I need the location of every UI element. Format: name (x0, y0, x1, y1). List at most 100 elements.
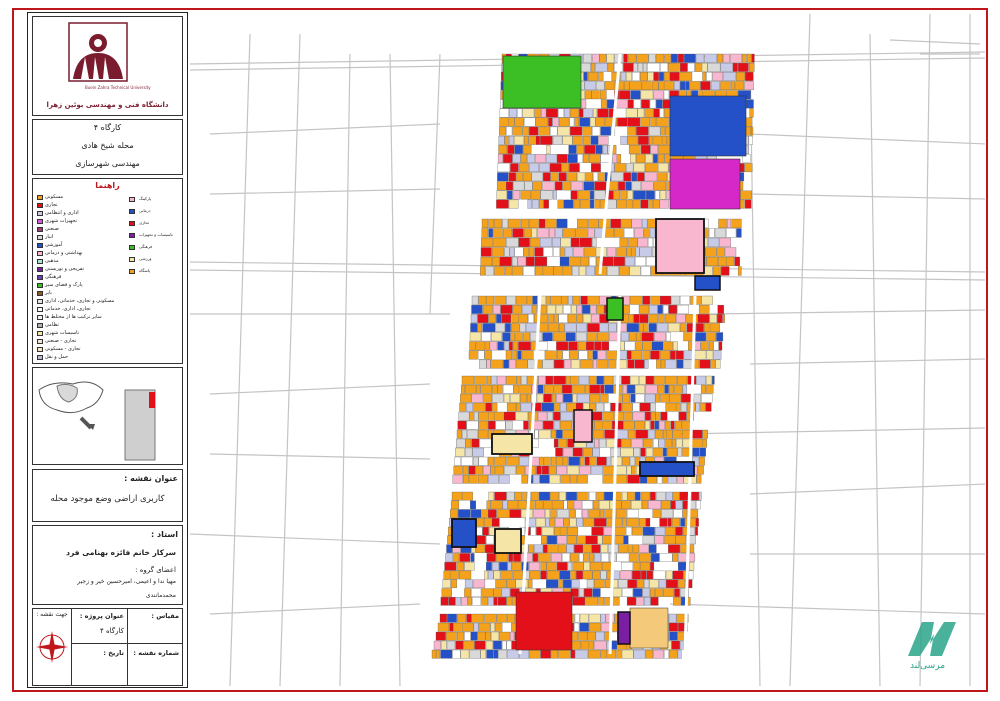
parcel (542, 181, 555, 191)
parcel (663, 588, 674, 597)
parcel (598, 597, 605, 606)
parcel (528, 544, 534, 553)
parcel (559, 256, 570, 267)
parcel (664, 384, 669, 394)
legend-label: آموزشی (45, 242, 63, 248)
parcel (604, 429, 615, 439)
parcel (535, 518, 546, 527)
parcel (633, 99, 641, 109)
parcel (631, 181, 641, 191)
parcel (506, 491, 515, 501)
parcel (653, 570, 666, 580)
parcel (548, 314, 554, 323)
parcel (716, 247, 725, 257)
parcel (492, 393, 504, 403)
parcel (570, 474, 577, 484)
parcel (576, 570, 583, 580)
parcel (495, 579, 507, 589)
parcel (709, 323, 720, 333)
parcel (530, 526, 536, 536)
parcel (477, 474, 488, 484)
parcel (682, 384, 688, 394)
parcel (550, 553, 562, 562)
parcel (738, 62, 749, 72)
parcel (626, 350, 632, 360)
parcel (655, 117, 669, 127)
parcel (595, 631, 605, 641)
parcel (695, 53, 705, 63)
parcel (617, 117, 628, 127)
parcel (677, 649, 682, 659)
parcel (610, 218, 621, 229)
parcel (603, 375, 614, 385)
parcel (532, 295, 538, 305)
parcel (535, 135, 540, 145)
parcel (491, 518, 500, 527)
parcel (488, 314, 496, 323)
parcel (567, 500, 574, 510)
parcel (515, 411, 528, 421)
parcel (589, 393, 601, 403)
parcel (522, 304, 532, 314)
parcel (706, 72, 713, 81)
parcel (563, 500, 568, 510)
parcel (716, 332, 724, 342)
parcel (508, 553, 513, 562)
parcel (571, 304, 577, 314)
parcel (591, 411, 603, 421)
legend-swatch (37, 307, 43, 312)
parcel (677, 447, 682, 457)
parcel (592, 237, 597, 248)
parcel (493, 411, 504, 421)
parcel (648, 314, 659, 323)
parcel (481, 588, 494, 597)
parcel (471, 295, 479, 305)
parcel (621, 218, 632, 229)
parcel (590, 199, 595, 209)
parcel (507, 190, 513, 200)
parcel (676, 438, 683, 448)
parcel (576, 323, 587, 333)
parcel (684, 53, 696, 63)
parcel (643, 228, 650, 238)
parcel (587, 649, 601, 659)
parcel (627, 579, 637, 589)
parcel (699, 359, 711, 369)
parcel (496, 613, 507, 623)
parcel (441, 588, 452, 597)
parcel (699, 447, 706, 457)
parcel (630, 375, 639, 385)
legend-swatch-right (129, 233, 135, 238)
parcel (665, 526, 676, 536)
parcel (581, 509, 589, 518)
parcel (436, 649, 441, 659)
parcel (572, 247, 584, 257)
parcel (556, 429, 563, 439)
parcel (546, 145, 551, 154)
parcel (483, 393, 493, 403)
parcel (492, 304, 501, 314)
parcel (587, 631, 596, 641)
parcel (499, 562, 508, 571)
parcel (506, 237, 519, 248)
parcel (649, 228, 656, 238)
parcel (534, 154, 547, 163)
parcel (491, 247, 505, 257)
legend-swatch (37, 331, 43, 336)
parcel (635, 393, 645, 403)
parcel (550, 429, 556, 439)
parcel (553, 384, 562, 394)
parcel (536, 526, 542, 536)
parcel (645, 163, 658, 173)
parcel (700, 341, 709, 351)
parcel (448, 597, 456, 606)
parcel (693, 393, 702, 403)
parcel (665, 491, 673, 501)
parcel (572, 447, 583, 457)
parcel (748, 135, 753, 145)
parcel (592, 350, 598, 360)
parcel (496, 509, 510, 518)
parcel (730, 53, 742, 63)
parcel (727, 218, 732, 229)
parcel (668, 304, 678, 314)
